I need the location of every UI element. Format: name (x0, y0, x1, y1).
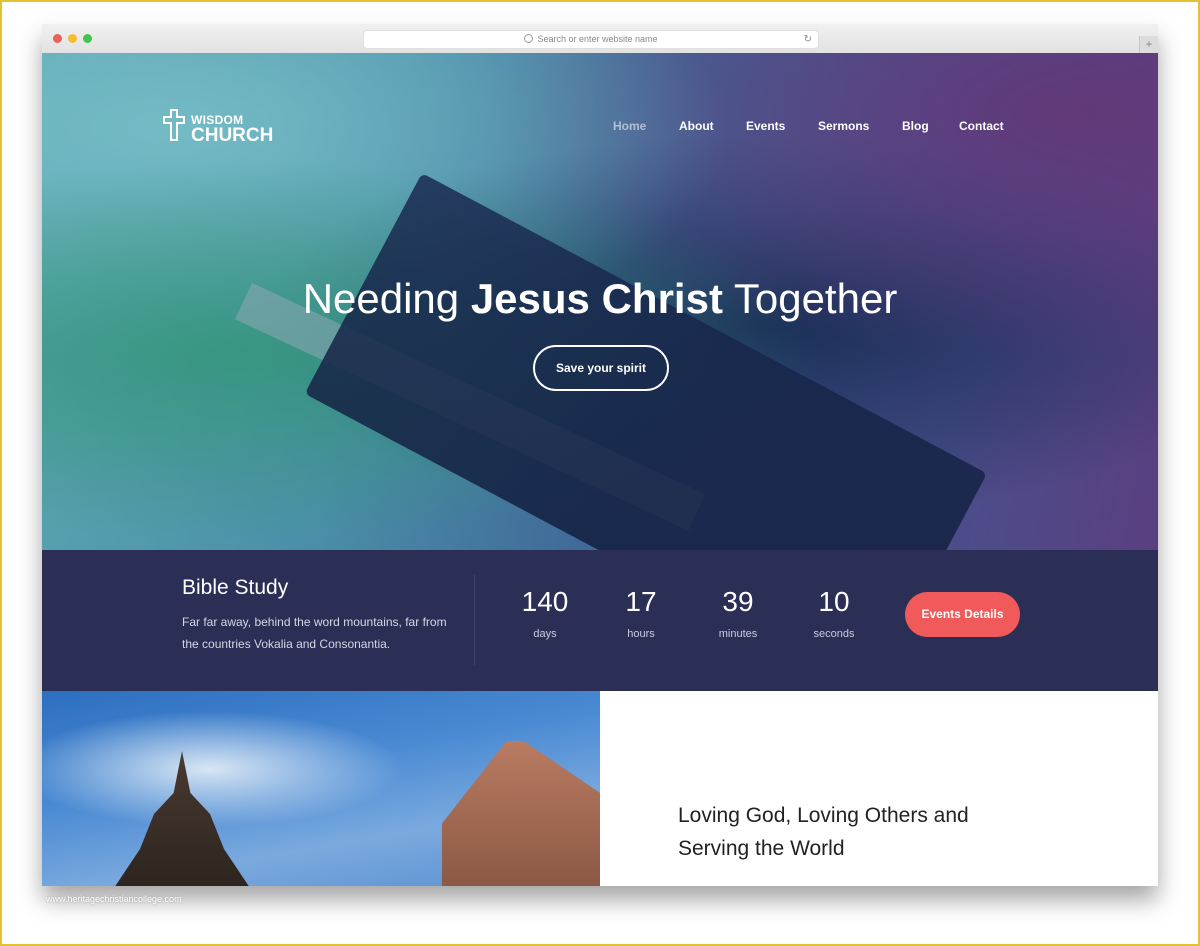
magnifier-icon (524, 34, 534, 43)
browser-toolbar: Search or enter website name ↻ + (42, 24, 1158, 54)
headline-bold: Jesus Christ (470, 275, 723, 322)
countdown-seconds: 10 seconds (794, 586, 874, 640)
countdown-value: 39 (722, 586, 754, 617)
nav-sermons[interactable]: Sermons (818, 119, 869, 133)
countdown-hours: 17 hours (601, 586, 681, 640)
event-description: Far far away, behind the word mountains,… (182, 615, 447, 651)
address-placeholder: Search or enter website name (537, 34, 658, 44)
headline-pre: Needing (302, 275, 460, 322)
maximize-window-button[interactable] (83, 34, 92, 43)
browser-window: Search or enter website name ↻ + WISDOM … (42, 24, 1158, 886)
watermark: www.heritagechristiancollege.com (46, 894, 182, 904)
church-facade-image (442, 741, 600, 886)
close-window-button[interactable] (53, 34, 62, 43)
address-bar[interactable]: Search or enter website name ↻ (363, 30, 819, 49)
countdown-minutes: 39 minutes (698, 586, 778, 640)
nav-about[interactable]: About (679, 119, 714, 133)
nav-contact[interactable]: Contact (959, 119, 1004, 133)
nav-blog[interactable]: Blog (902, 119, 929, 133)
spire-image (112, 751, 252, 886)
countdown-unit: seconds (813, 628, 855, 640)
countdown-unit: days (533, 628, 557, 640)
countdown-value: 10 (818, 586, 850, 617)
countdown-value: 140 (521, 586, 569, 617)
reload-icon[interactable]: ↻ (804, 31, 812, 48)
countdown-unit: minutes (718, 628, 758, 640)
events-details-button[interactable]: Events Details (905, 592, 1020, 637)
nav-home[interactable]: Home (613, 119, 646, 133)
save-your-spirit-button[interactable]: Save your spirit (533, 345, 669, 391)
headline-post: Together (733, 275, 898, 322)
divider (474, 575, 475, 665)
mission-section: Loving God, Loving Others and Serving th… (600, 691, 1158, 886)
countdown-unit: hours (627, 628, 655, 640)
hero-section: WISDOM CHURCH Home About Events Sermons … (42, 53, 1158, 550)
new-tab-button[interactable]: + (1139, 36, 1158, 53)
church-photo (42, 691, 600, 886)
hero-headline: Needing Jesus Christ Together (42, 275, 1158, 323)
nav-events[interactable]: Events (746, 119, 785, 133)
minimize-window-button[interactable] (68, 34, 77, 43)
main-nav: Home About Events Sermons Blog Contact (42, 119, 1158, 139)
countdown-value: 17 (625, 586, 657, 617)
countdown-days: 140 days (505, 586, 585, 640)
event-title: Bible Study (182, 576, 289, 599)
mission-statement: Loving God, Loving Others and Serving th… (678, 804, 969, 860)
event-countdown-band: Bible Study Far far away, behind the wor… (42, 550, 1158, 691)
